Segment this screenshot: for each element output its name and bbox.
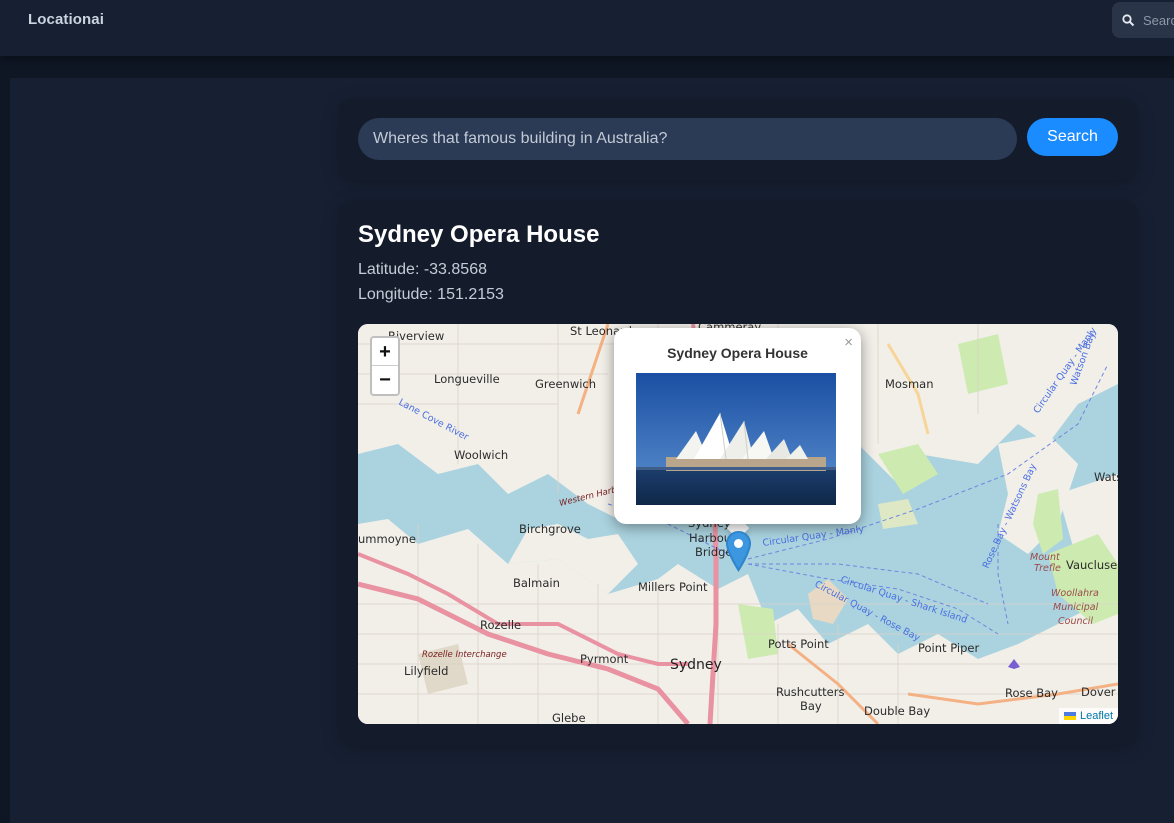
svg-text:Lilyfield: Lilyfield <box>404 664 448 678</box>
popup-title: Sydney Opera House <box>667 345 808 361</box>
svg-text:ummoyne: ummoyne <box>358 532 416 546</box>
brand-logo[interactable]: Locationai <box>28 11 104 28</box>
search-icon <box>1122 13 1135 26</box>
ukraine-flag-icon <box>1063 712 1076 720</box>
zoom-out-button[interactable]: − <box>372 366 398 394</box>
map-attribution[interactable]: Leaflet <box>1058 708 1118 724</box>
svg-text:Pyrmont: Pyrmont <box>580 652 629 666</box>
top-bar: Locationai <box>0 0 1174 56</box>
svg-text:Mosman: Mosman <box>885 377 934 391</box>
svg-text:Mount: Mount <box>1030 552 1061 563</box>
svg-text:Sydney: Sydney <box>670 657 722 673</box>
query-input[interactable] <box>358 118 1017 160</box>
svg-text:Municipal: Municipal <box>1053 602 1099 613</box>
latitude-text: Latitude: -33.8568 <box>358 261 487 278</box>
zoom-control: + − <box>370 336 400 396</box>
svg-text:Council: Council <box>1058 616 1093 627</box>
svg-text:Longueville: Longueville <box>434 372 500 386</box>
svg-text:Greenwich: Greenwich <box>535 377 596 391</box>
svg-text:Point Piper: Point Piper <box>918 641 979 655</box>
map-popup: Sydney Opera House × <box>614 328 861 524</box>
search-card: Search <box>338 98 1138 180</box>
svg-text:Rozelle Interchange: Rozelle Interchange <box>422 650 507 660</box>
svg-text:Potts Point: Potts Point <box>768 637 829 651</box>
svg-text:Wats: Wats <box>1094 470 1118 484</box>
top-search-box[interactable] <box>1112 2 1174 38</box>
result-card: Sydney Opera House Latitude: -33.8568 Lo… <box>338 200 1138 745</box>
search-button[interactable]: Search <box>1027 118 1118 156</box>
close-icon[interactable]: × <box>844 334 853 351</box>
svg-text:Double Bay: Double Bay <box>864 704 930 718</box>
svg-text:Woolwich: Woolwich <box>454 448 508 462</box>
svg-text:Vaucluse: Vaucluse <box>1066 558 1117 572</box>
svg-text:Millers Point: Millers Point <box>638 580 708 594</box>
svg-text:Dover: Dover <box>1081 685 1116 699</box>
opera-house-image <box>636 373 836 505</box>
map-pin-icon[interactable] <box>726 531 751 572</box>
longitude-text: Longitude: 151.2153 <box>358 286 504 303</box>
result-title: Sydney Opera House <box>358 221 600 248</box>
svg-text:Balmain: Balmain <box>513 576 560 590</box>
svg-text:Rose Bay: Rose Bay <box>1005 686 1058 700</box>
svg-text:Birchgrove: Birchgrove <box>519 522 581 536</box>
zoom-in-button[interactable]: + <box>372 338 398 366</box>
svg-text:Bay: Bay <box>800 699 822 713</box>
svg-text:Glebe: Glebe <box>552 711 586 724</box>
top-search-input[interactable] <box>1143 12 1174 28</box>
svg-text:Woollahra: Woollahra <box>1051 588 1099 599</box>
map[interactable]: Riverview St Leonards Cammeray Longuevil… <box>358 324 1118 724</box>
svg-text:Rozelle: Rozelle <box>480 618 521 632</box>
attribution-link[interactable]: Leaflet <box>1080 710 1113 722</box>
svg-text:Trefle: Trefle <box>1034 563 1061 574</box>
svg-text:Rushcutters: Rushcutters <box>776 685 844 699</box>
